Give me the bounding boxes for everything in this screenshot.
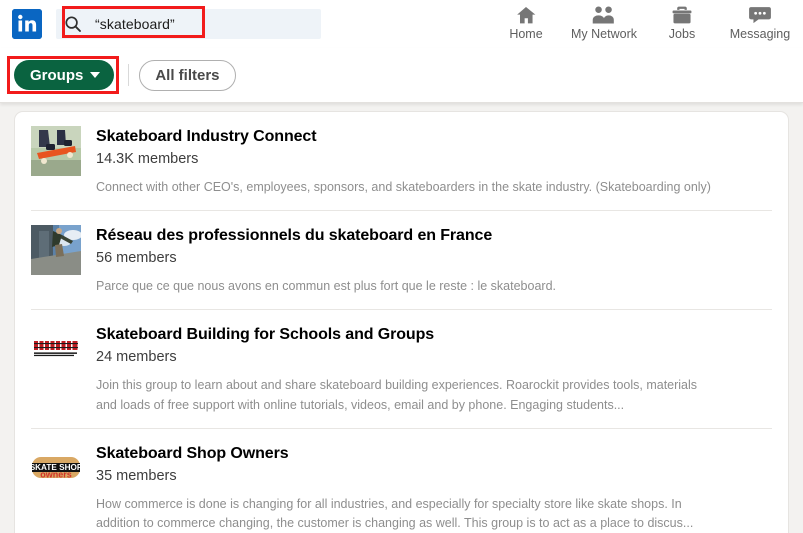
group-title[interactable]: Skateboard Building for Schools and Grou… [96,325,772,345]
group-title[interactable]: Skateboard Industry Connect [96,127,772,147]
filter-bar: Groups All filters [0,48,803,103]
result-info: Réseau des professionnels du skateboard … [96,225,772,296]
groups-filter-button[interactable]: Groups [14,60,114,90]
result-info: Skateboard Industry Connect 14.3K member… [96,126,772,197]
nav-item-home[interactable]: Home [487,0,565,41]
groups-filter-label: Groups [30,67,83,84]
result-info: Skateboard Building for Schools and Grou… [96,324,772,415]
group-member-count: 24 members [96,348,772,367]
messaging-icon [748,4,772,26]
table-row[interactable]: SKATE SHOP owners Skateboard Shop Owners… [31,429,772,533]
nav-label-home: Home [509,27,542,41]
nav-item-my-network[interactable]: My Network [565,0,643,41]
group-description: Parce que ce que nous avons en commun es… [96,277,711,296]
svg-text:owners: owners [40,470,72,480]
home-icon [515,4,537,26]
skateboard-photo-thumbnail [31,126,81,176]
search-results-area: Skateboard Industry Connect 14.3K member… [0,103,803,533]
top-navigation-bar: “skateboard” Home My Network [0,0,803,48]
filter-divider [128,64,129,86]
results-card: Skateboard Industry Connect 14.3K member… [14,111,789,533]
table-row[interactable]: Skateboard Industry Connect 14.3K member… [31,112,772,211]
chevron-down-icon [90,72,100,78]
table-row[interactable]: Réseau des professionnels du skateboard … [31,211,772,310]
nav-item-messaging[interactable]: Messaging [721,0,799,41]
search-input-value[interactable]: “skateboard” [95,16,175,32]
group-title[interactable]: Réseau des professionnels du skateboard … [96,226,772,246]
group-title[interactable]: Skateboard Shop Owners [96,444,772,464]
jobs-icon [671,4,693,26]
search-icon [64,15,82,33]
group-member-count: 35 members [96,467,772,486]
group-member-count: 56 members [96,249,772,268]
skate-shop-owners-logo-thumbnail: SKATE SHOP owners [31,443,81,493]
nav-label-messaging: Messaging [730,27,790,41]
nav-items: Home My Network Jobs [487,0,803,48]
table-row[interactable]: Skateboard Building for Schools and Grou… [31,310,772,429]
group-description: How commerce is done is changing for all… [96,495,711,533]
all-filters-button[interactable]: All filters [139,60,235,91]
my-network-icon [591,4,617,26]
skater-photo-thumbnail [31,225,81,275]
linkedin-logo[interactable] [12,9,42,39]
nav-item-jobs[interactable]: Jobs [643,0,721,41]
group-description: Connect with other CEO's, employees, spo… [96,178,711,197]
group-member-count: 14.3K members [96,150,772,169]
nav-label-jobs: Jobs [669,27,695,41]
roarockit-logo-thumbnail [31,324,81,374]
nav-label-my-network: My Network [571,27,637,41]
group-description: Join this group to learn about and share… [96,376,711,415]
search-field[interactable]: “skateboard” [56,9,321,39]
result-info: Skateboard Shop Owners 35 members How co… [96,443,772,533]
